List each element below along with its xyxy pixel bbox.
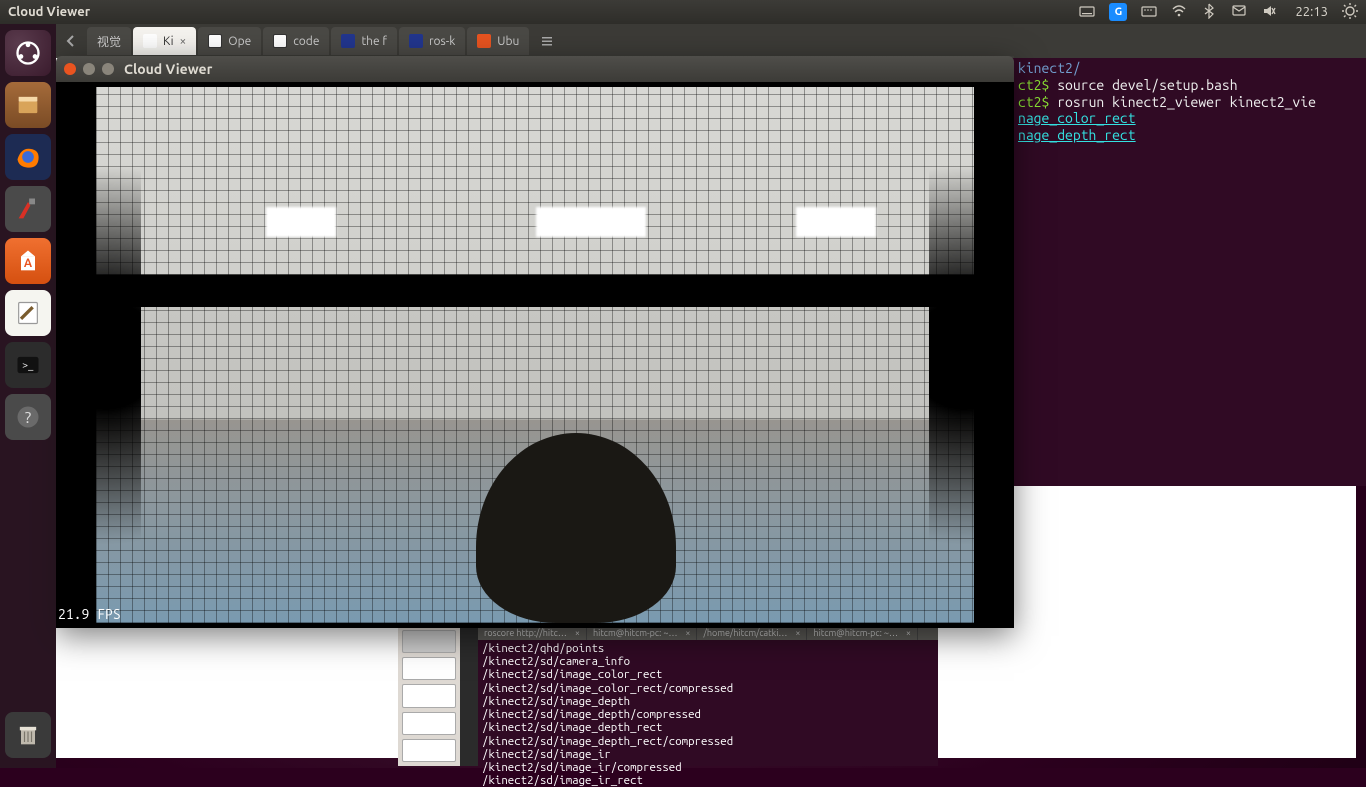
article-item[interactable]: 3. ROS实时采集Android的图像和IMU数据(26) (72, 673, 382, 693)
embedded-tab: /home/hitcm/catki…× (697, 626, 807, 640)
article-item[interactable]: 4. KinectV1+Ubuntu 14.04安装教程(11) (72, 696, 382, 716)
topic-item: /kinect2/qhd/points (482, 642, 934, 655)
firefox-icon[interactable] (5, 134, 51, 180)
terminal-app-icon[interactable]: >_ (5, 342, 51, 388)
scene-light (536, 207, 646, 237)
help-app-icon[interactable]: ? (5, 394, 51, 440)
thumb-icon (402, 630, 456, 653)
volume-icon[interactable] (1261, 3, 1277, 22)
browser-more-button[interactable] (532, 26, 562, 56)
svg-text:A: A (24, 257, 33, 270)
svg-text:>_: >_ (22, 359, 34, 371)
favicon-icon (208, 34, 222, 48)
network-wifi-icon[interactable] (1171, 3, 1187, 22)
fps-counter: 21.9 FPS (58, 606, 121, 622)
browser-tab[interactable]: code (263, 27, 329, 55)
cloud-viewer-window[interactable]: Cloud Viewer 21.9 FPS (56, 56, 1014, 628)
keyboard-indicator-icon[interactable] (1079, 3, 1095, 22)
embedded-tab: hitcm@hitcm-pc: ~…× (587, 626, 698, 640)
tab-label: Ki (163, 35, 173, 48)
embedded-terminal-tabs: roscore http://hitc…× hitcm@hitcm-pc: ~…… (478, 626, 938, 640)
text-editor-icon[interactable] (5, 290, 51, 336)
favicon-icon (341, 34, 355, 48)
browser-back-button[interactable] (56, 26, 86, 56)
point-cloud-viewport[interactable]: 21.9 FPS (56, 82, 1014, 628)
system-settings-icon[interactable] (5, 186, 51, 232)
topic-item: /kinect2/sd/image_depth (482, 695, 934, 708)
article-item[interactable]: 程(58) (72, 628, 382, 648)
active-window-title: Cloud Viewer (8, 5, 90, 19)
ros-topic-list: /kinect2/qhd/points /kinect2/sd/camera_i… (478, 640, 938, 766)
scene-light (266, 207, 336, 237)
clock[interactable]: 22:13 (1295, 5, 1328, 19)
browser-tab[interactable]: ros-k (399, 27, 465, 55)
window-close-icon[interactable] (64, 63, 76, 75)
scene-light (796, 207, 876, 237)
system-tray: G 22:13 (1079, 3, 1358, 22)
article-item[interactable]: 2. 谷歌Cartographer学习（1）-快速安装测试(54) (72, 651, 382, 671)
tab-label: Ope (228, 35, 251, 48)
tab-label: ros-k (429, 35, 455, 48)
trash-icon[interactable] (5, 712, 51, 758)
top-menu-bar: Cloud Viewer G 22:13 (0, 0, 1366, 24)
session-gear-icon[interactable] (1342, 3, 1358, 22)
topic-item: /kinect2/sd/image_color_rect/compressed (482, 682, 934, 695)
thumb-icon (402, 739, 456, 762)
cloud-viewer-title: Cloud Viewer (124, 61, 212, 77)
topic-item: /kinect2/sd/camera_info (482, 655, 934, 668)
tab-label: the f (361, 35, 387, 48)
favicon-icon (477, 34, 491, 48)
bluetooth-icon[interactable] (1201, 3, 1217, 22)
browser-tab[interactable]: Ki × (133, 27, 196, 55)
topic-item: /kinect2/sd/image_depth_rect/compressed (482, 735, 934, 748)
thumb-icon (402, 684, 456, 707)
messaging-icon[interactable] (1231, 3, 1247, 22)
embedded-tab: hitcm@hitcm-pc: ~…× (807, 626, 918, 640)
favicon-icon (143, 34, 157, 48)
browser-tab[interactable]: Ope (198, 27, 261, 55)
browser-tab[interactable]: 视觉 (87, 27, 131, 55)
scene-person-silhouette (476, 433, 676, 623)
favicon-icon (273, 34, 287, 48)
cloud-viewer-title-bar[interactable]: Cloud Viewer (56, 56, 1014, 82)
goldendict-icon[interactable]: G (1109, 3, 1127, 21)
dash-home-icon[interactable] (5, 30, 51, 76)
thumb-icon (402, 712, 456, 735)
embedded-screenshot: roscore http://hitc…× hitcm@hitcm-pc: ~…… (398, 626, 938, 766)
svg-text:?: ? (25, 409, 31, 427)
window-maximize-icon[interactable] (102, 63, 114, 75)
topic-item: /kinect2/sd/image_depth_rect (482, 721, 934, 734)
browser-tab[interactable]: the f (331, 27, 397, 55)
thumb-icon (402, 657, 456, 680)
favicon-icon (409, 34, 423, 48)
tab-label: Ubu (497, 35, 519, 48)
tab-close-icon[interactable]: × (179, 35, 186, 48)
topic-item: /kinect2/sd/image_ir (482, 748, 934, 761)
embedded-launcher-column (398, 626, 460, 766)
unity-launcher: A >_ ? (0, 24, 56, 768)
topic-item: /kinect2/sd/image_color_rect (482, 668, 934, 681)
browser-tab-strip: 视觉 Ki × Ope code the f ros-k Ubu (56, 24, 1366, 58)
point-cloud-scene (96, 87, 974, 623)
ubuntu-software-icon[interactable]: A (5, 238, 51, 284)
article-list: 程(58) 2. 谷歌Cartographer学习（1）-快速安装测试(54) … (72, 628, 382, 718)
browser-tab[interactable]: Ubu (467, 27, 529, 55)
tab-label: 视觉 (97, 33, 121, 50)
window-minimize-icon[interactable] (83, 63, 95, 75)
files-app-icon[interactable] (5, 82, 51, 128)
keyboard-layout-icon[interactable] (1141, 3, 1157, 22)
terminal-body[interactable]: kinect2/ ct2$ source devel/setup.bash ct… (1012, 56, 1366, 486)
topic-item: /kinect2/sd/image_ir_rect (482, 774, 934, 787)
embedded-tab: roscore http://hitc…× (478, 626, 587, 640)
tab-label: code (293, 35, 319, 48)
topic-item: /kinect2/sd/image_depth/compressed (482, 708, 934, 721)
